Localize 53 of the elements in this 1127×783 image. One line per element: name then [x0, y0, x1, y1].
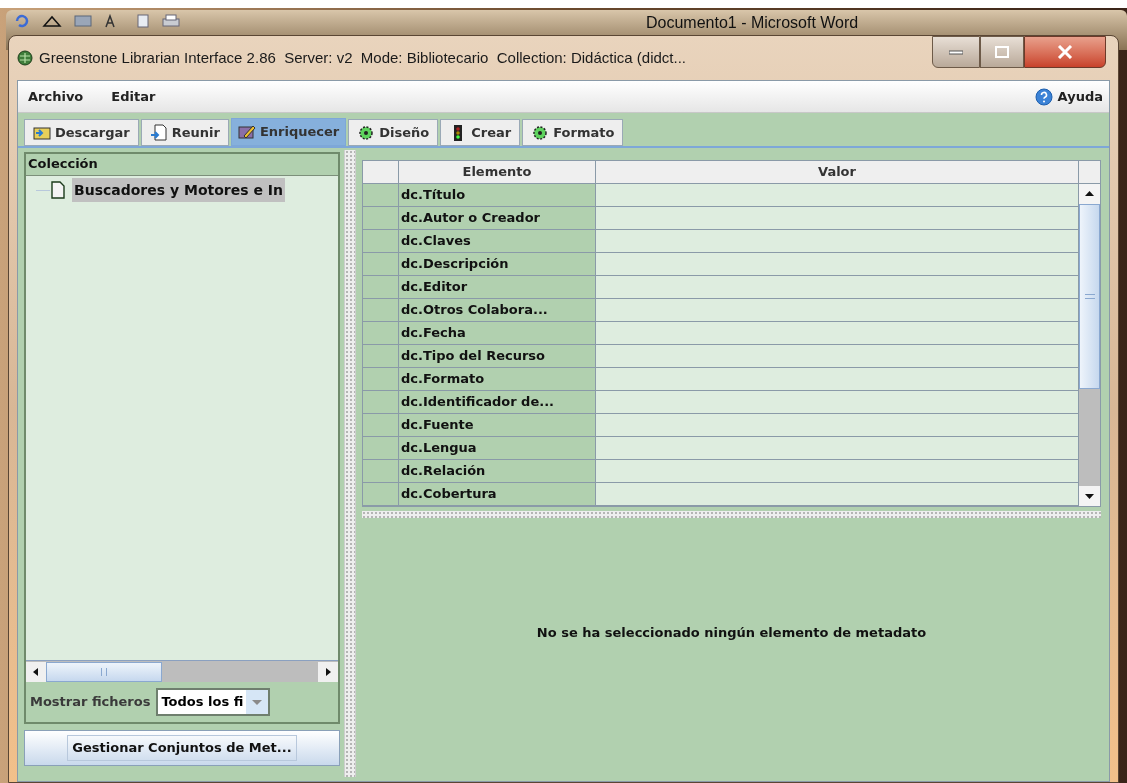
tab[interactable]: Descargar [24, 119, 139, 146]
column-header[interactable]: Elemento [399, 161, 596, 183]
tab[interactable]: Formato [522, 119, 624, 146]
help-menu[interactable]: Ayuda [1057, 86, 1103, 107]
undo-icon[interactable] [14, 14, 30, 28]
pencil-board-icon [237, 123, 256, 141]
table-cell: dc.Claves [399, 230, 596, 252]
help-icon[interactable] [1034, 87, 1053, 106]
gear-icon [357, 123, 376, 142]
gear-icon [531, 123, 550, 142]
tab[interactable]: Enriquecer [230, 118, 347, 146]
tab[interactable]: Reunir [140, 119, 229, 146]
document-arrow-icon [149, 123, 168, 142]
dropdown-caret-icon [246, 690, 269, 714]
table-cell: dc.Editor [399, 276, 596, 298]
window-title: Documento1 - Microsoft Word [646, 15, 859, 31]
table-cell: dc.Autor o Creador [399, 207, 596, 229]
table-cell: dc.Descripción [399, 253, 596, 275]
table-cell: dc.Cobertura [399, 483, 596, 505]
maximize-button[interactable] [980, 36, 1024, 68]
column-header[interactable]: Valor [596, 161, 1078, 183]
manage-metadata-sets-button[interactable]: Gestionar Conjuntos de Met... [67, 735, 297, 761]
minimize-button[interactable] [932, 36, 980, 68]
app-logo-icon [17, 50, 33, 66]
scrollbar-thumb[interactable] [1079, 204, 1100, 389]
tree-item[interactable]: Buscadores y Motores e In [72, 178, 285, 202]
table-cell: dc.Relación [399, 460, 596, 482]
tab[interactable]: Diseño [348, 119, 439, 146]
window-title: Greenstone Librarian Interface 2.86 Server: v2 Mode: Bibliotecario Collection: Didáctica (didct... [39, 47, 686, 68]
tab[interactable]: Crear [440, 119, 521, 146]
table-cell: dc.Formato [399, 368, 596, 390]
tree-header: Colección [26, 154, 338, 176]
table-cell: dc.Otros Colabora... [399, 299, 596, 321]
empty-message: No se ha seleccionado ningún elemento de metadato [536, 623, 927, 642]
close-icon [1057, 45, 1073, 59]
printer-icon[interactable] [162, 14, 180, 28]
maximize-icon [995, 46, 1009, 58]
table-cell: dc.Tipo del Recurso [399, 345, 596, 367]
table-cell: dc.Fecha [399, 322, 596, 344]
close-button[interactable] [1024, 36, 1106, 68]
horizontal-scrollbar[interactable] [26, 660, 338, 682]
vertical-scrollbar[interactable] [1079, 184, 1100, 506]
menu-item[interactable]: Archivo [28, 86, 84, 107]
document-icon[interactable] [136, 14, 150, 28]
scrollbar-thumb[interactable] [46, 661, 162, 682]
table-cell: dc.Identificador de... [399, 391, 596, 413]
file-filter-dropdown[interactable]: Todos los fi [156, 688, 271, 716]
table-cell: dc.Fuente [399, 414, 596, 436]
menu-item[interactable]: Editar [111, 86, 156, 107]
table-cell: dc.Lengua [399, 437, 596, 459]
filter-label: Mostrar ficheros [30, 693, 151, 712]
table-cell: dc.Título [399, 184, 596, 206]
document-icon [50, 181, 66, 199]
